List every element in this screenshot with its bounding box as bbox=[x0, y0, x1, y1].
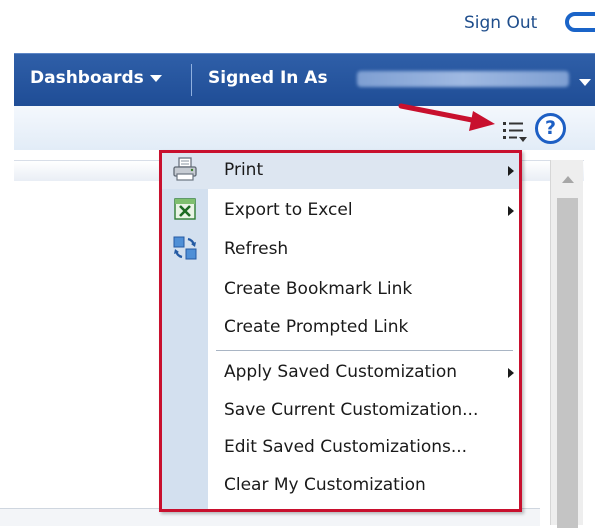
menu-item-export-to-excel[interactable]: Export to Excel bbox=[162, 193, 519, 229]
page-options-menu: Print Export to Excel Refresh Create Boo… bbox=[159, 150, 522, 512]
menu-item-create-bookmark-link[interactable]: Create Bookmark Link bbox=[162, 272, 519, 308]
menu-item-label: Edit Saved Customizations... bbox=[224, 437, 468, 457]
sign-out-link[interactable]: Sign Out bbox=[464, 13, 537, 33]
signed-in-as-label: Signed In As bbox=[208, 68, 328, 88]
refresh-icon bbox=[173, 236, 197, 260]
submenu-arrow-icon bbox=[508, 166, 514, 176]
username-redacted[interactable] bbox=[357, 71, 569, 87]
submenu-arrow-icon bbox=[508, 206, 514, 216]
menu-item-label: Create Prompted Link bbox=[224, 317, 409, 337]
nav-divider bbox=[191, 64, 192, 96]
menu-item-label: Print bbox=[224, 160, 264, 180]
excel-icon bbox=[174, 198, 196, 220]
scroll-thumb[interactable] bbox=[557, 198, 578, 528]
menu-item-edit-saved-customizations[interactable]: Edit Saved Customizations... bbox=[162, 430, 519, 466]
annotation-arrow-icon bbox=[398, 103, 495, 131]
page-toolbar bbox=[14, 106, 595, 151]
menu-item-label: Clear My Customization bbox=[224, 475, 426, 495]
top-header: Sign Out bbox=[0, 0, 595, 52]
menu-item-create-prompted-link[interactable]: Create Prompted Link bbox=[162, 310, 519, 346]
menu-item-label: Export to Excel bbox=[224, 200, 353, 220]
menu-item-refresh[interactable]: Refresh bbox=[162, 232, 519, 268]
chevron-down-icon bbox=[149, 74, 162, 82]
page-options-icon[interactable] bbox=[501, 118, 529, 146]
global-nav-bar: Dashboards Signed In As bbox=[14, 53, 595, 106]
menu-item-label: Create Bookmark Link bbox=[224, 279, 413, 299]
printer-icon bbox=[173, 157, 197, 181]
menu-item-print[interactable]: Print bbox=[162, 153, 519, 189]
help-icon[interactable]: ? bbox=[535, 113, 566, 144]
dashboards-menu[interactable]: Dashboards bbox=[30, 68, 162, 88]
menu-item-label: Save Current Customization... bbox=[224, 400, 479, 420]
menu-divider bbox=[216, 350, 513, 351]
menu-item-label: Apply Saved Customization bbox=[224, 362, 458, 382]
scroll-up-arrow-icon[interactable] bbox=[562, 176, 574, 183]
oracle-logo bbox=[565, 12, 595, 32]
dashboards-label: Dashboards bbox=[30, 68, 144, 88]
menu-item-clear-my-customization[interactable]: Clear My Customization bbox=[162, 468, 519, 504]
submenu-arrow-icon bbox=[508, 368, 514, 378]
vertical-scrollbar[interactable] bbox=[550, 160, 583, 528]
user-menu-chevron-icon[interactable] bbox=[579, 79, 591, 86]
menu-item-save-current-customization[interactable]: Save Current Customization... bbox=[162, 393, 519, 429]
menu-item-apply-saved-customization[interactable]: Apply Saved Customization bbox=[162, 355, 519, 391]
menu-item-label: Refresh bbox=[224, 239, 289, 259]
